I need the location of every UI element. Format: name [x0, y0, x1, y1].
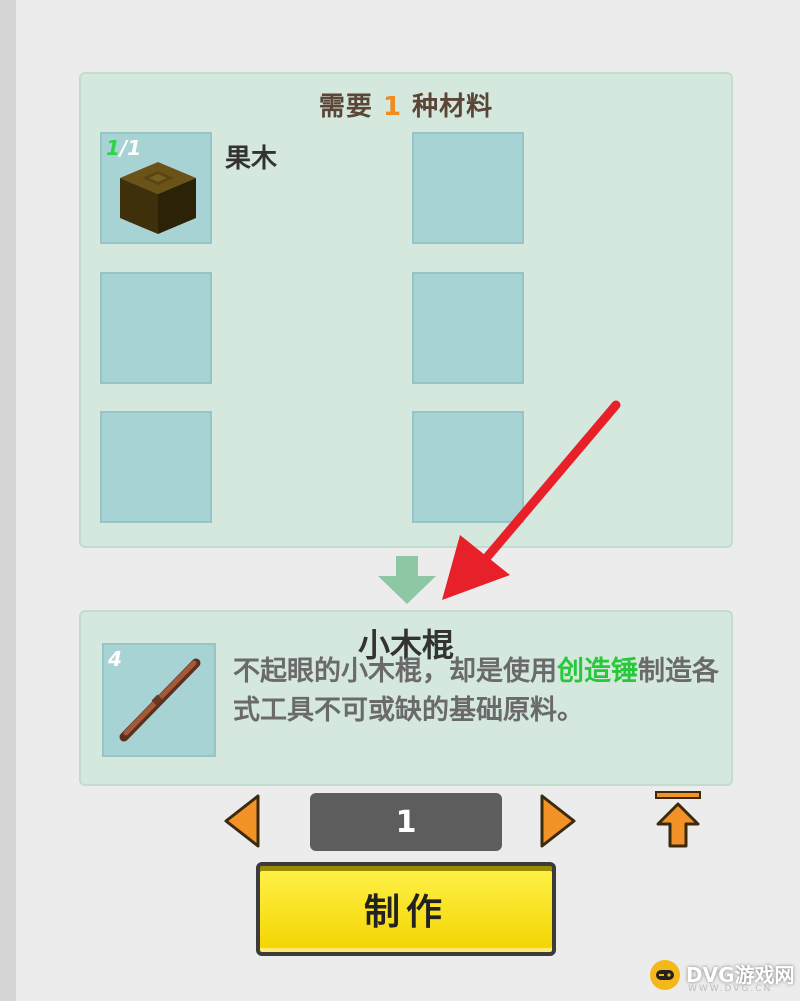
watermark-url: WWW.DVG.CN	[688, 984, 773, 994]
material-count: 1/1	[106, 136, 142, 160]
left-edge-strip	[0, 0, 17, 1001]
highlight-creation-hammer: 创造锤	[557, 656, 638, 687]
result-item-description: 不起眼的小木棍，却是使用创造锤制造各式工具不可或缺的基础原料。	[233, 656, 719, 726]
material-slot-5[interactable]	[100, 411, 212, 523]
material-slot-1[interactable]: 1/1	[100, 132, 212, 244]
decrease-quantity-button[interactable]	[222, 792, 262, 850]
material-slot-3[interactable]	[100, 272, 212, 384]
materials-count: 1	[382, 92, 403, 122]
result-panel: 4 小木棍 不起眼的小木棍，却是使用创造锤制造各式工具不可或缺的基础原料。	[79, 610, 733, 786]
gamepad-logo-icon	[650, 960, 680, 990]
material-slot-4[interactable]	[412, 272, 524, 384]
red-annotation-arrow-icon	[442, 400, 621, 600]
materials-panel: 需要 1 种材料 1/1 果木	[79, 72, 733, 548]
max-quantity-button[interactable]	[654, 790, 702, 850]
material-name: 果木	[225, 144, 278, 174]
watermark-text: DVG游戏网	[686, 963, 795, 987]
make-button[interactable]: 制作	[256, 862, 556, 956]
materials-title: 需要 1 种材料	[318, 92, 494, 122]
quantity-display[interactable]: 1	[310, 793, 502, 851]
increase-quantity-button[interactable]	[538, 792, 578, 850]
material-slot-2[interactable]	[412, 132, 524, 244]
